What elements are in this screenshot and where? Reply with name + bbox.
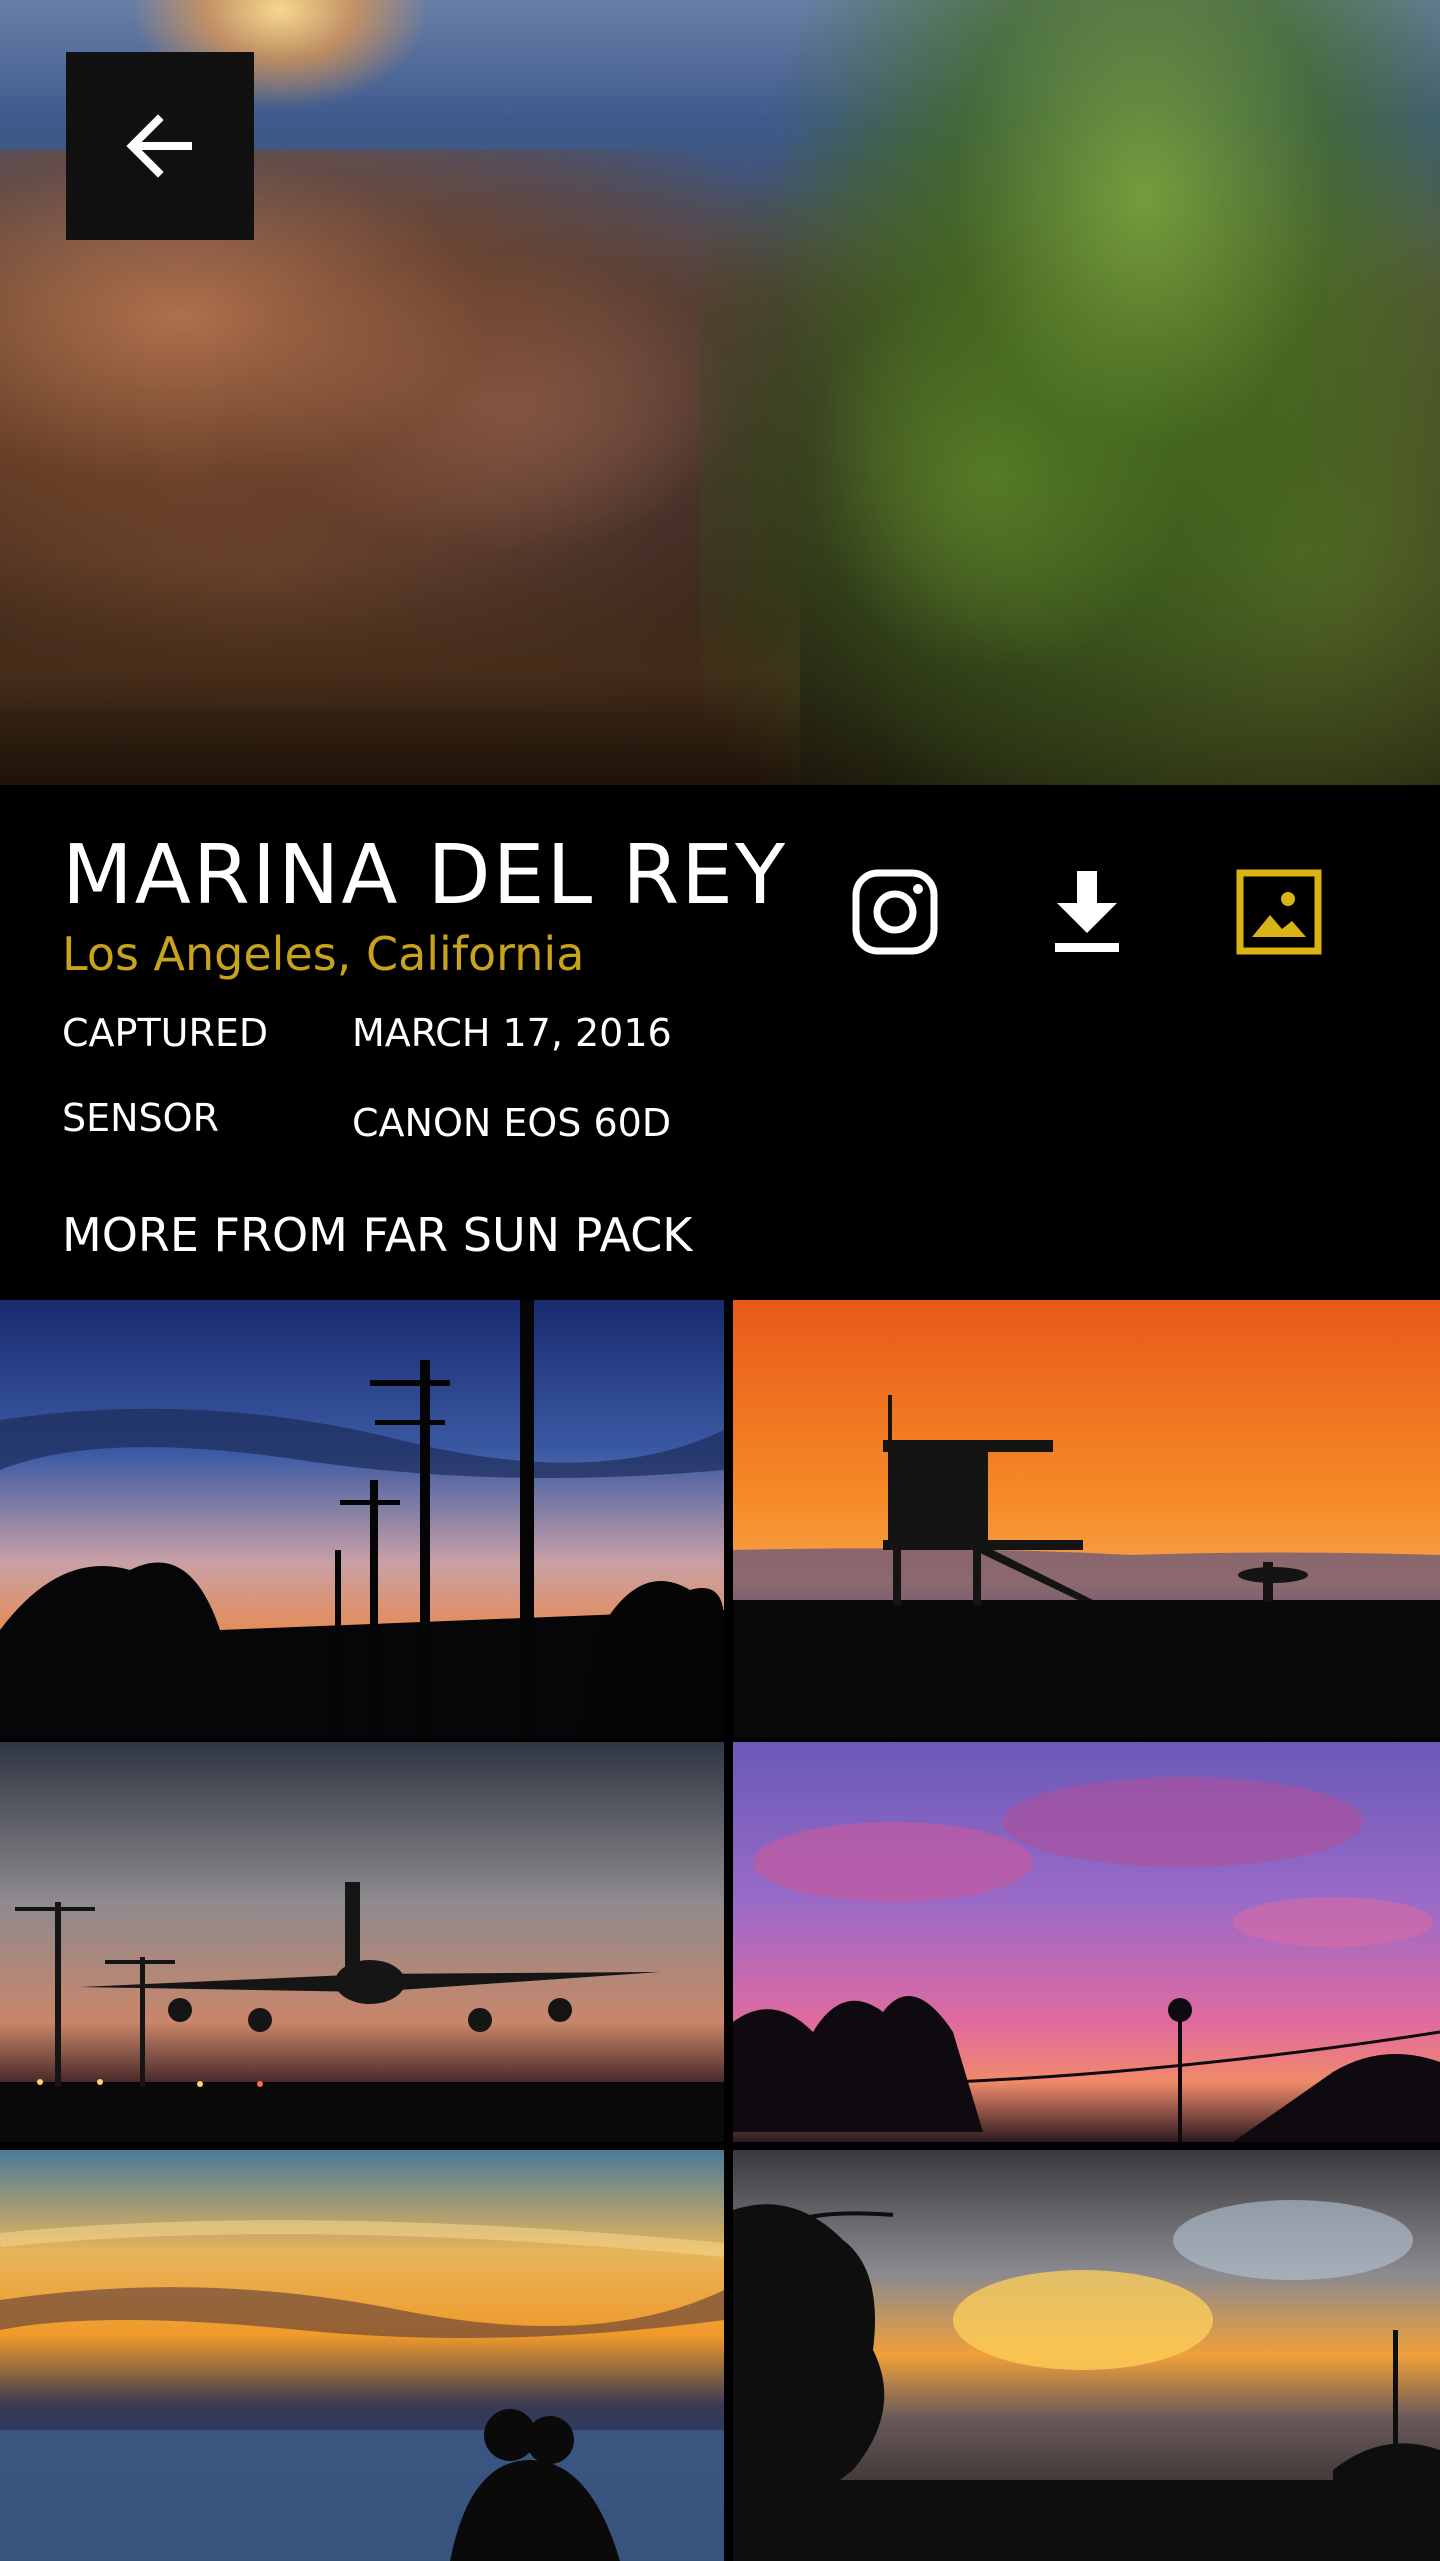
photo-tile-ocean-couple[interactable] <box>0 2150 724 2561</box>
arrow-left-icon <box>126 114 192 178</box>
wallpaper-icon <box>1236 869 1322 955</box>
photo-tile-lifeguard-tower[interactable] <box>733 1300 1440 1737</box>
sensor-value: CANON EOS 60D <box>352 1101 672 1145</box>
instagram-button[interactable] <box>840 857 950 967</box>
download-button[interactable] <box>1032 857 1142 967</box>
hero-grass <box>0 560 800 785</box>
hero-plant <box>700 0 1440 785</box>
photo-tile-power-lines[interactable] <box>0 1300 724 1737</box>
back-button[interactable] <box>66 52 254 240</box>
instagram-icon <box>852 869 938 955</box>
captured-label: CAPTURED <box>62 1011 269 1055</box>
set-wallpaper-button[interactable] <box>1224 857 1334 967</box>
more-from-pack-heading: MORE FROM FAR SUN PACK <box>62 1208 693 1262</box>
related-photos-grid <box>0 1300 1440 2561</box>
photo-tile-palm-sunset[interactable] <box>733 1742 1440 2142</box>
photo-title: MARINA DEL REY <box>62 828 788 923</box>
photo-tile-airplane[interactable] <box>0 1742 724 2142</box>
photo-location: Los Angeles, California <box>62 927 585 981</box>
download-icon <box>1055 871 1119 952</box>
sensor-label: SENSOR <box>62 1096 219 1140</box>
photo-tile-street-clouds[interactable] <box>733 2150 1440 2561</box>
captured-value: MARCH 17, 2016 <box>352 1011 672 1055</box>
